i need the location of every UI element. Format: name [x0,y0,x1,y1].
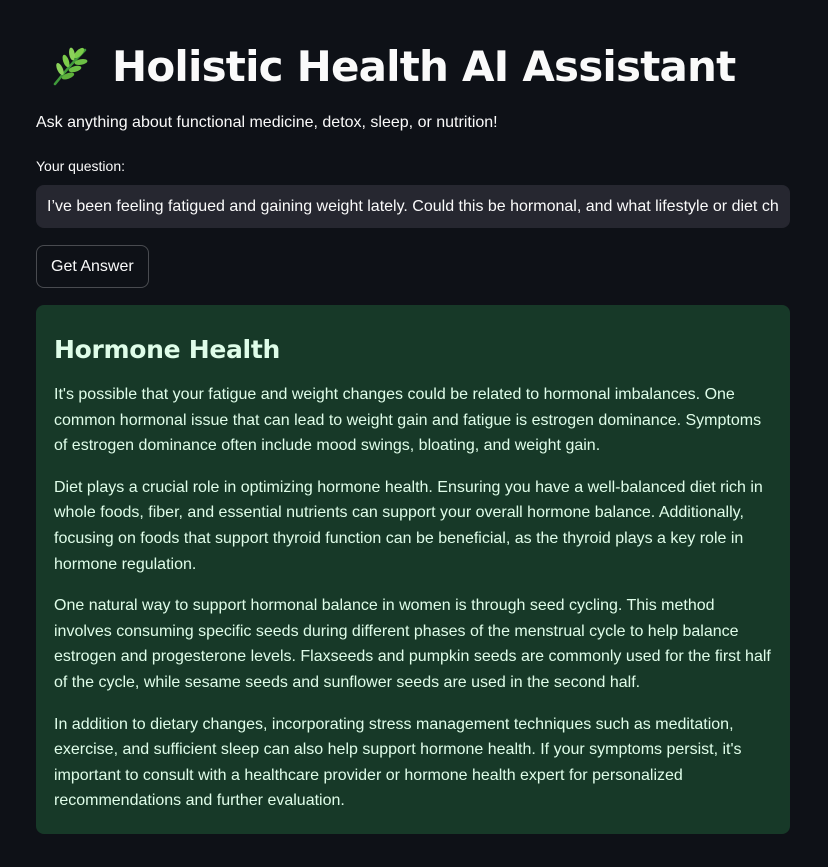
answer-panel: Hormone Health It's possible that your f… [36,305,790,834]
page-title: Holistic Health AI Assistant [112,41,736,91]
page-subtitle: Ask anything about functional medicine, … [36,114,498,131]
get-answer-button[interactable]: Get Answer [36,245,149,288]
answer-paragraph: In addition to dietary changes, incorpor… [54,715,742,810]
question-label: Your question: [36,158,125,174]
answer-heading: Hormone Health [54,335,280,364]
answer-paragraph: It's possible that your fatigue and weig… [54,386,762,455]
main-container: Holistic Health AI Assistant Ask anythin… [36,0,790,834]
answer-paragraph: Diet plays a crucial role in optimizing … [54,478,763,573]
answer-paragraph: One natural way to support hormonal bala… [54,597,771,691]
leaf-icon [46,43,92,89]
question-input[interactable] [36,185,790,228]
title-row: Holistic Health AI Assistant [36,38,790,94]
